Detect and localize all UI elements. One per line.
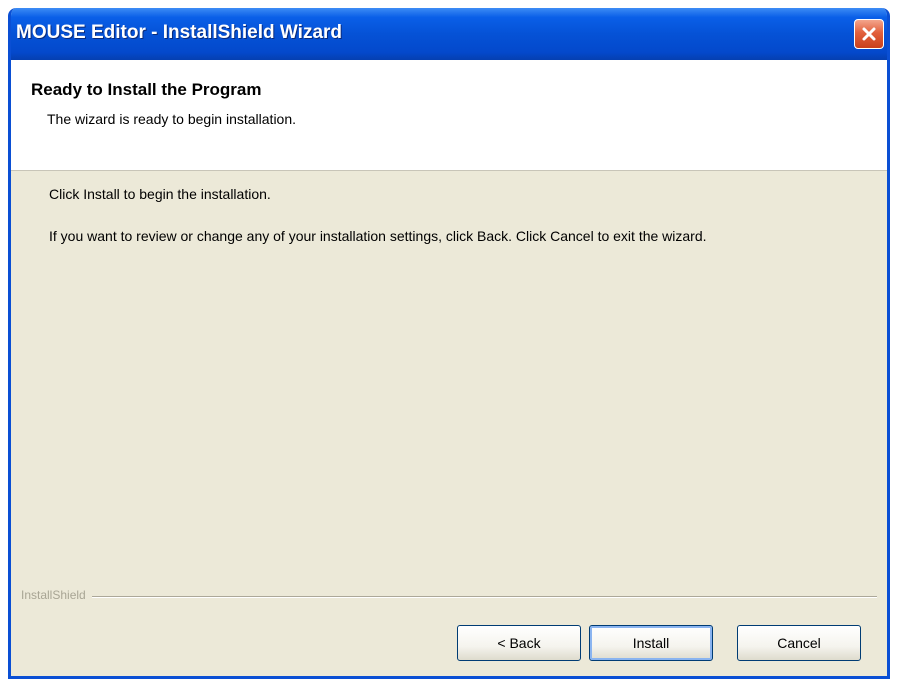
header-panel: Ready to Install the Program The wizard … bbox=[11, 60, 887, 171]
cancel-button[interactable]: Cancel bbox=[737, 625, 861, 661]
install-button[interactable]: Install bbox=[589, 625, 713, 661]
installshield-brand-label: InstallShield bbox=[21, 588, 92, 602]
close-icon bbox=[861, 26, 877, 42]
close-button[interactable] bbox=[854, 19, 884, 49]
installer-window: MOUSE Editor - InstallShield Wizard Read… bbox=[8, 8, 890, 679]
divider-line bbox=[21, 596, 877, 598]
back-button[interactable]: < Back bbox=[457, 625, 581, 661]
instruction-text: Click Install to begin the installation. bbox=[49, 186, 271, 202]
page-subtitle: The wizard is ready to begin installatio… bbox=[47, 111, 297, 127]
title-bar[interactable]: MOUSE Editor - InstallShield Wizard bbox=[11, 8, 887, 60]
review-settings-text: If you want to review or change any of y… bbox=[49, 228, 707, 244]
window-title: MOUSE Editor - InstallShield Wizard bbox=[16, 22, 343, 43]
page-title: Ready to Install the Program bbox=[31, 80, 262, 99]
footer-divider: InstallShield bbox=[21, 588, 877, 604]
